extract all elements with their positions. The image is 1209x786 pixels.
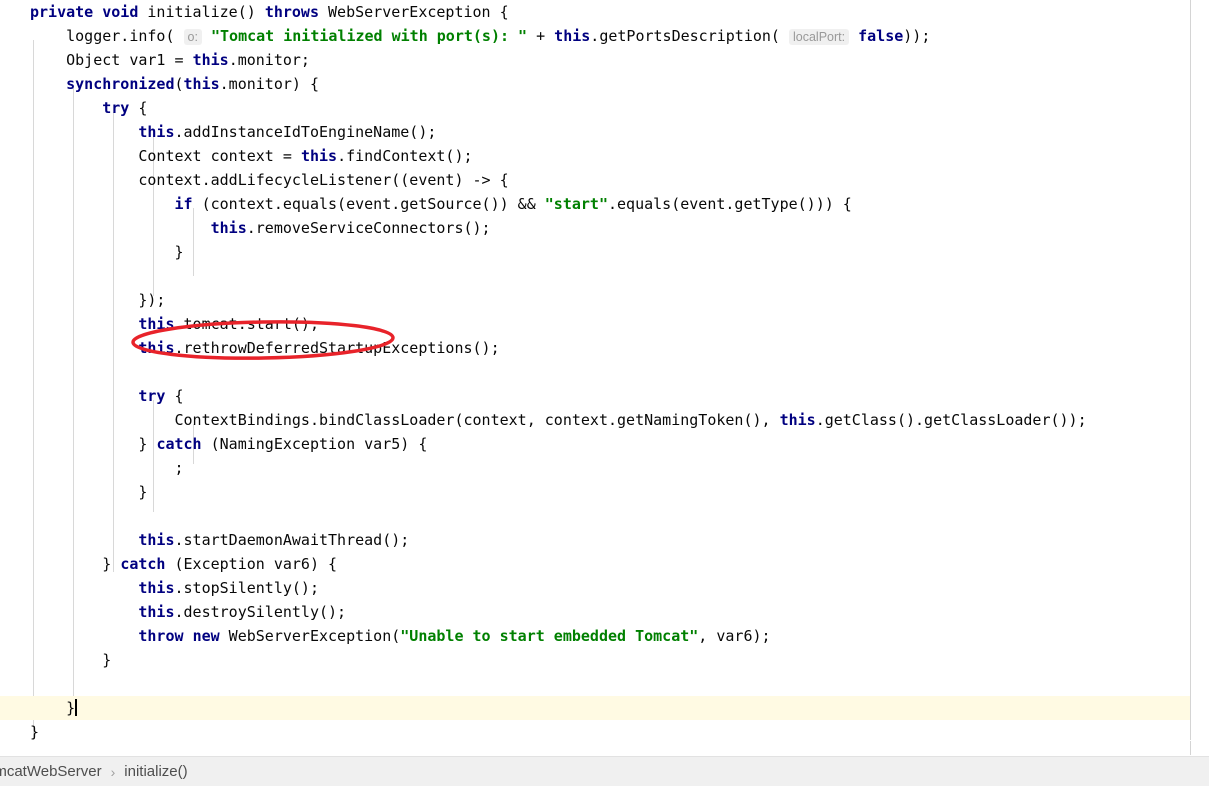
code-line[interactable]: } — [0, 696, 1190, 720]
code-editor-pane[interactable]: private void initialize() throws WebServ… — [0, 0, 1190, 740]
code-text[interactable]: private void initialize() throws WebServ… — [0, 0, 1190, 740]
scrollbar-corner — [1190, 741, 1209, 755]
breadcrumb-bar: omcatWebServer › initialize() — [0, 756, 1209, 786]
code-line[interactable]: context.addLifecycleListener((event) -> … — [0, 168, 1190, 192]
code-line[interactable]: try { — [0, 96, 1190, 120]
code-line[interactable]: private void initialize() throws WebServ… — [0, 0, 1190, 24]
code-line[interactable]: this.stopSilently(); — [0, 576, 1190, 600]
code-line[interactable] — [0, 672, 1190, 696]
breadcrumb: omcatWebServer › initialize() — [0, 763, 188, 780]
code-line[interactable]: } — [0, 480, 1190, 504]
inlay-parameter-hint: localPort: — [788, 29, 850, 45]
code-line[interactable]: } — [0, 240, 1190, 264]
code-line[interactable]: this.destroySilently(); — [0, 600, 1190, 624]
code-line[interactable]: this.addInstanceIdToEngineName(); — [0, 120, 1190, 144]
code-line[interactable] — [0, 264, 1190, 288]
code-line[interactable] — [0, 504, 1190, 528]
editor-right-separator — [1190, 0, 1191, 740]
code-line[interactable]: if (context.equals(event.getSource()) &&… — [0, 192, 1190, 216]
code-line[interactable]: Object var1 = this.monitor; — [0, 48, 1190, 72]
editor-window: private void initialize() throws WebServ… — [0, 0, 1209, 786]
code-line[interactable]: Context context = this.findContext(); — [0, 144, 1190, 168]
inlay-parameter-hint: o: — [183, 29, 202, 45]
code-line[interactable]: this.tomcat.start(); — [0, 312, 1190, 336]
breadcrumb-item[interactable]: omcatWebServer — [0, 763, 102, 780]
breadcrumb-separator-icon: › — [110, 763, 116, 780]
code-line[interactable]: ; — [0, 456, 1190, 480]
code-line[interactable]: } — [0, 720, 1190, 740]
code-line[interactable] — [0, 360, 1190, 384]
code-line[interactable]: } catch (NamingException var5) { — [0, 432, 1190, 456]
code-line[interactable]: logger.info( o: "Tomcat initialized with… — [0, 24, 1190, 48]
code-line[interactable]: this.rethrowDeferredStartupExceptions(); — [0, 336, 1190, 360]
code-line[interactable]: }); — [0, 288, 1190, 312]
code-line[interactable]: synchronized(this.monitor) { — [0, 72, 1190, 96]
code-line[interactable]: throw new WebServerException("Unable to … — [0, 624, 1190, 648]
code-line[interactable]: try { — [0, 384, 1190, 408]
text-caret — [75, 699, 78, 716]
code-line[interactable]: } — [0, 648, 1190, 672]
editor-right-gutter — [1191, 0, 1209, 740]
code-line[interactable]: } catch (Exception var6) { — [0, 552, 1190, 576]
horizontal-scrollbar-track[interactable] — [0, 741, 1190, 755]
code-line[interactable]: this.startDaemonAwaitThread(); — [0, 528, 1190, 552]
code-line[interactable]: ContextBindings.bindClassLoader(context,… — [0, 408, 1190, 432]
breadcrumb-item[interactable]: initialize() — [124, 763, 187, 780]
code-line[interactable]: this.removeServiceConnectors(); — [0, 216, 1190, 240]
